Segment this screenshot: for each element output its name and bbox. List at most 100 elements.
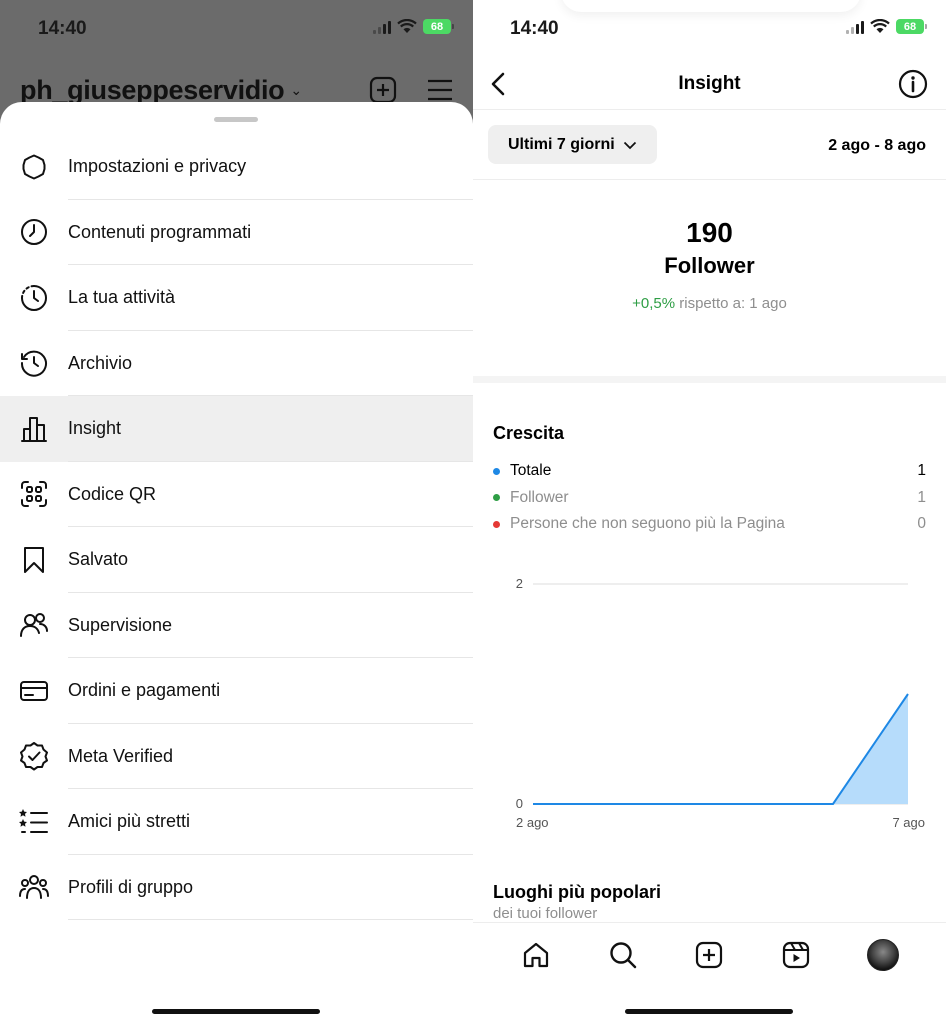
section-divider (473, 376, 946, 383)
top-locations-section: Luoghi più popolari dei tuoi follower (493, 882, 661, 922)
hamburger-menu-icon[interactable] (427, 79, 453, 101)
tab-create[interactable] (689, 935, 729, 975)
date-range-dropdown-label: Ultimi 7 giorni (508, 135, 615, 153)
page-title: Insight (678, 72, 741, 94)
avatar (866, 939, 899, 971)
follower-delta: +0,5% rispetto a: 1 ago (473, 295, 946, 312)
menu-item-label: La tua attività (68, 287, 176, 308)
menu-item-ordini-e-pagamenti[interactable]: Ordini e pagamenti (0, 658, 473, 724)
insight-screen: 14:40 68 Insight Ultimi 7 giorni 2 ago -… (473, 0, 946, 1024)
menu-list: Impostazioni e privacy Contenuti programm… (0, 134, 473, 920)
settings-bottom-sheet: Impostazioni e privacy Contenuti programm… (0, 102, 473, 1024)
menu-item-supervisione[interactable]: Supervisione (0, 593, 473, 659)
menu-item-label: Contenuti programmati (68, 221, 252, 242)
back-arrow-icon[interactable] (483, 68, 515, 100)
sheet-grabber[interactable] (214, 117, 258, 122)
gear-icon (0, 152, 68, 182)
follower-label: Follower (664, 253, 755, 278)
series-area (533, 694, 908, 804)
legend-item: Follower 1 (493, 485, 926, 512)
top-locations-subtitle: dei tuoi follower (493, 905, 598, 922)
menu-item-la-tua-attività[interactable]: La tua attività (0, 265, 473, 331)
menu-item-label: Meta Verified (68, 745, 174, 766)
delta-comparison: rispetto a: 1 ago (679, 295, 787, 312)
username-switcher[interactable]: ph_giuseppeservidio (20, 75, 285, 106)
tab-reels[interactable] (776, 935, 816, 975)
verified-badge-icon (0, 741, 68, 771)
menu-item-archivio[interactable]: Archivio (0, 331, 473, 397)
menu-item-profili-di-gruppo[interactable]: Profili di gruppo (0, 855, 473, 921)
legend-dot (493, 520, 500, 528)
menu-item-contenuti-programmati[interactable]: Contenuti programmati (0, 200, 473, 266)
top-locations-title: Luoghi più popolari (493, 882, 661, 902)
menu-item-label: Ordini e pagamenti (68, 680, 221, 701)
growth-legend: Totale 1 Follower 1 Persone che non segu… (493, 458, 926, 538)
x-tick-label: 2 ago (516, 815, 549, 830)
nav-bar: Insight (473, 58, 946, 110)
menu-item-salvato[interactable]: Salvato (0, 527, 473, 593)
cellular-signal-icon (846, 20, 864, 34)
supervision-icon (0, 610, 68, 640)
home-indicator[interactable] (625, 1009, 793, 1014)
chevron-down-icon[interactable]: ⌄ (290, 82, 302, 99)
menu-item-impostazioni-e-privacy[interactable]: Impostazioni e privacy (0, 134, 473, 200)
menu-item-meta-verified[interactable]: Meta Verified (0, 724, 473, 790)
reels-icon (782, 941, 810, 969)
date-filter-row: Ultimi 7 giorni 2 ago - 8 ago (473, 110, 946, 180)
legend-item: Totale 1 (493, 458, 926, 485)
create-post-icon (696, 941, 723, 969)
menu-item-amici-più-stretti[interactable]: Amici più stretti (0, 789, 473, 855)
wifi-icon (397, 19, 417, 33)
group-profiles-icon (0, 872, 68, 902)
y-tick-label: 2 (516, 576, 523, 591)
home-indicator[interactable] (152, 1009, 320, 1014)
follower-summary: 190 Follower +0,5% rispetto a: 1 ago (473, 180, 946, 376)
status-bar: 14:40 68 (473, 0, 946, 60)
follower-count: 190 (686, 217, 733, 248)
x-tick-label: 7 ago (892, 815, 925, 830)
tab-search[interactable] (603, 935, 643, 975)
menu-item-insight[interactable]: Insight (0, 396, 473, 462)
cellular-signal-icon (373, 20, 391, 34)
date-range-dropdown[interactable]: Ultimi 7 giorni (488, 125, 657, 164)
create-post-icon[interactable] (369, 76, 397, 104)
tab-home[interactable] (516, 935, 556, 975)
menu-item-label: Salvato (68, 549, 129, 570)
credit-card-icon (0, 676, 68, 706)
status-time: 14:40 (510, 18, 559, 39)
growth-title: Crescita (493, 423, 565, 443)
legend-name: Totale (510, 462, 552, 480)
info-icon[interactable] (898, 69, 928, 99)
date-range-text: 2 ago - 8 ago (828, 137, 926, 154)
search-icon (610, 942, 637, 969)
menu-screen: 14:40 68 ph_giuseppeservidio ⌄ Impostazi… (0, 0, 473, 1024)
menu-item-label: Codice QR (68, 483, 157, 504)
menu-item-label: Amici più stretti (68, 811, 191, 832)
archive-icon (0, 348, 68, 378)
qr-code-icon (0, 479, 68, 509)
legend-name: Follower (510, 488, 569, 506)
clock-icon (0, 217, 68, 247)
bookmark-icon (0, 545, 68, 575)
battery-icon: 68 (896, 19, 927, 34)
y-tick-label: 0 (516, 796, 523, 811)
status-bar: 14:40 68 (0, 0, 473, 60)
legend-dot (493, 494, 500, 502)
legend-name: Persone che non seguono più la Pagina (510, 515, 785, 533)
activity-icon (0, 283, 68, 313)
menu-item-label: Impostazioni e privacy (68, 156, 247, 177)
tab-profile[interactable] (863, 935, 903, 975)
chevron-down-icon (623, 141, 636, 149)
menu-item-codice-qr[interactable]: Codice QR (0, 462, 473, 528)
bar-chart-icon (0, 414, 68, 444)
legend-value: 1 (917, 462, 926, 480)
menu-item-label: Insight (68, 418, 122, 439)
battery-icon: 68 (423, 19, 454, 34)
home-icon (524, 942, 549, 968)
legend-value: 1 (917, 488, 926, 506)
delta-percent: +0,5% (632, 295, 676, 312)
status-time: 14:40 (38, 18, 87, 39)
close-friends-icon (0, 807, 68, 837)
growth-chart: 0 2 2 ago 7 ago (516, 576, 925, 830)
legend-item: Persone che non seguono più la Pagina 0 (493, 511, 926, 538)
